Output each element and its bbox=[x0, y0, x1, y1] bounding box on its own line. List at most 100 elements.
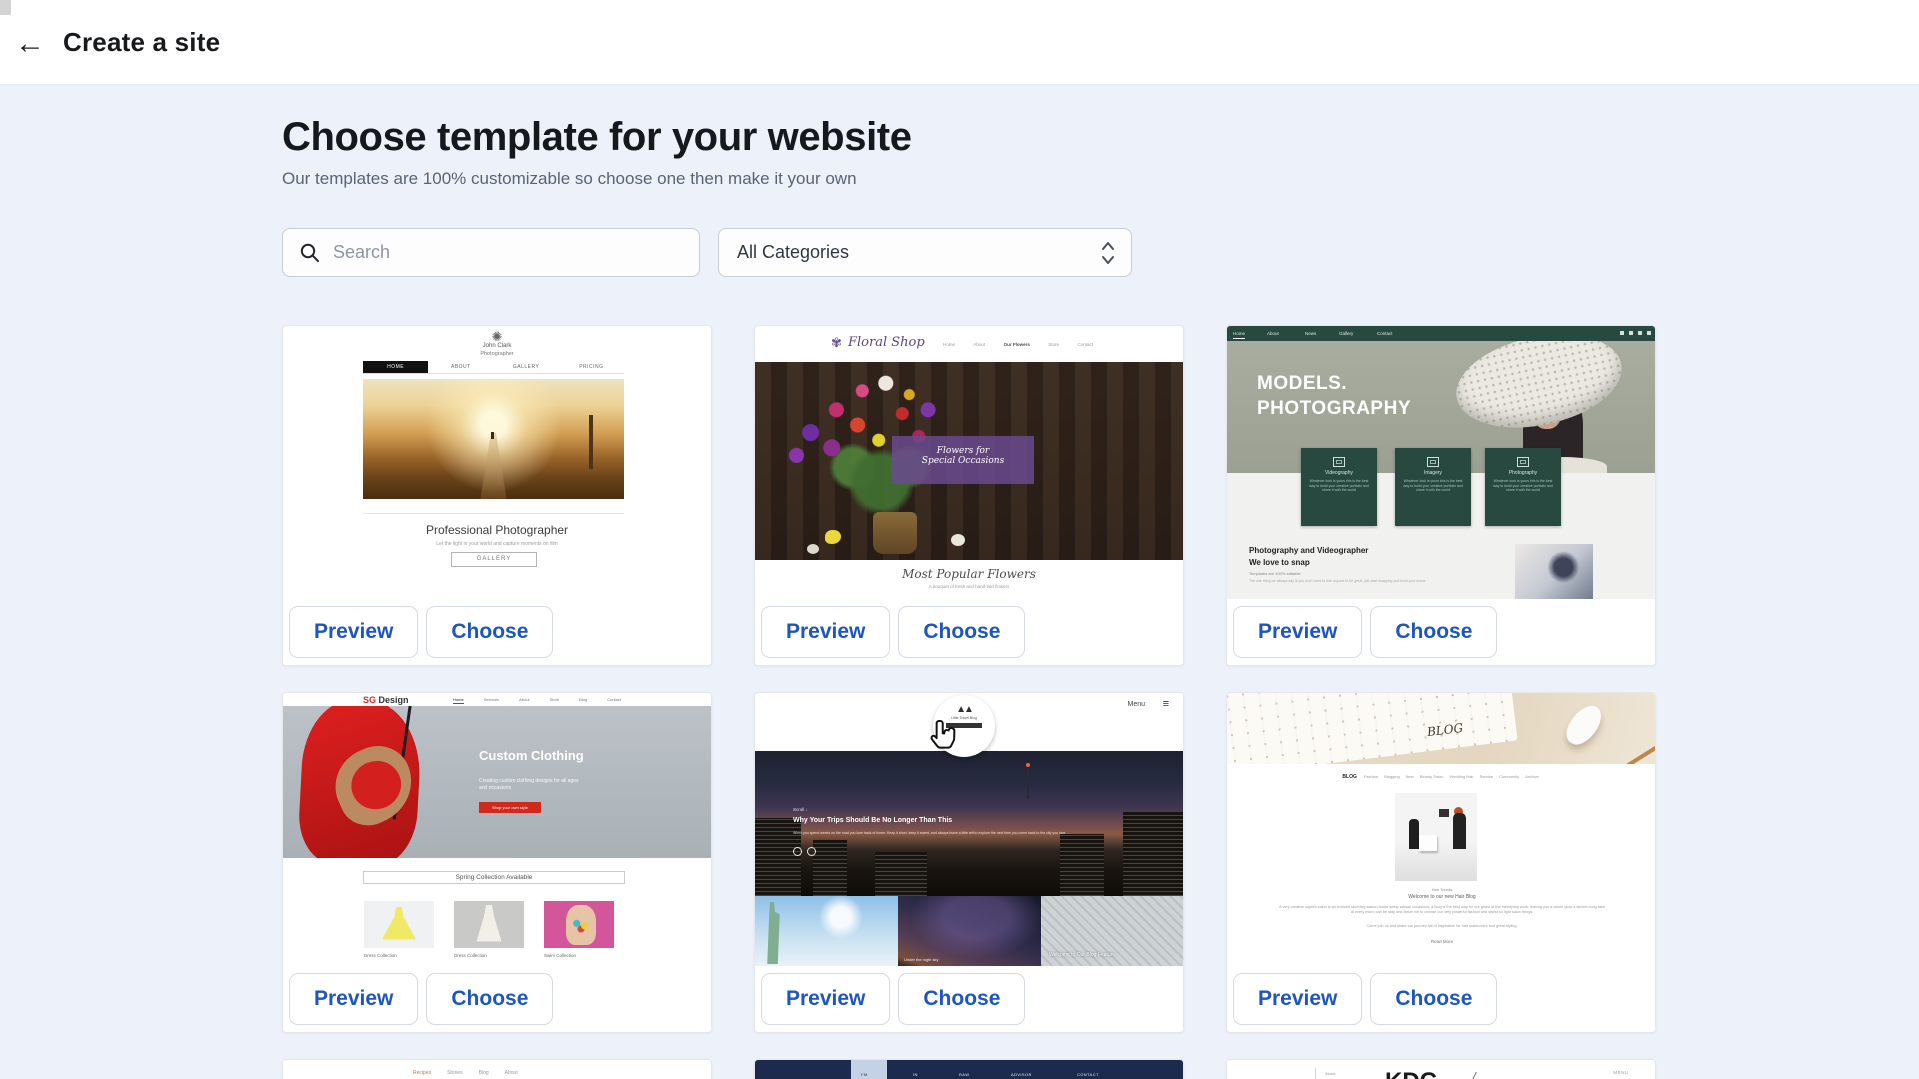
template-preview-partial-recipes[interactable]: Recipes Stories Blog About J•T bbox=[283, 1060, 711, 1079]
preview-button[interactable]: Preview bbox=[761, 606, 890, 658]
tpl-nav-item: Contact bbox=[1077, 342, 1093, 347]
mouse bbox=[1560, 700, 1608, 751]
tpl-tab: Stories bbox=[447, 1070, 463, 1079]
tpl-nav-item: PRICING bbox=[559, 361, 624, 373]
choose-button[interactable]: Choose bbox=[1370, 973, 1497, 1025]
tpl-nav-item: Store bbox=[1048, 342, 1059, 347]
tpl-nav-item: News bbox=[1305, 331, 1316, 336]
tpl-brand: KDC bbox=[1385, 1068, 1437, 1079]
tpl-subheading: We love to snap bbox=[1249, 558, 1310, 567]
hero-title: MODELS. PHOTOGRAPHY bbox=[1257, 371, 1411, 421]
white-dress bbox=[474, 905, 504, 943]
thumb-caption: Welcome to Our Blog Feature bbox=[1049, 952, 1115, 958]
yellow-dress bbox=[382, 907, 416, 943]
feature-text: Whatever look is yours this is the best … bbox=[1485, 479, 1561, 493]
social-icons bbox=[1620, 331, 1651, 335]
category-selected-value: All Categories bbox=[737, 242, 849, 263]
product-thumb bbox=[544, 901, 614, 948]
tpl-tabbar: Recipes Stories Blog About bbox=[413, 1070, 518, 1079]
thumbnail-strip: Under the night sky Welcome to Our Blog … bbox=[755, 896, 1183, 966]
template-preview-partial-navy[interactable]: FM IN RAW ADVISOR CONTACT bbox=[755, 1060, 1183, 1079]
vase bbox=[873, 512, 917, 554]
template-card-photographer: ✺ John Clark Photographer HOME ABOUT GAL… bbox=[282, 325, 712, 666]
building bbox=[813, 840, 847, 896]
tpl-nav-item: CONTACT bbox=[1077, 1072, 1099, 1077]
tpl-section-title: Most Popular Flowers bbox=[755, 567, 1183, 581]
salon-photo bbox=[1395, 793, 1477, 881]
feature-text: Whatever look is yours this is the best … bbox=[1301, 479, 1377, 493]
product-thumb bbox=[454, 901, 524, 948]
preview-button[interactable]: Preview bbox=[761, 973, 890, 1025]
tpl-nav-item: HOME bbox=[363, 361, 428, 373]
section-heading: Choose template for your website bbox=[282, 115, 912, 160]
mirror-monitor bbox=[1439, 809, 1449, 817]
scroll-hint: Scroll ↓ bbox=[793, 807, 808, 812]
thumb-caption: Under the night sky bbox=[904, 957, 938, 962]
tpl-nav-item: Services bbox=[484, 697, 499, 704]
tpl-brand: SG Design bbox=[363, 695, 409, 705]
building bbox=[1060, 834, 1104, 896]
template-card-travel-blog: Menu ≡ ▲▲ Little Travel Blog Scroll ↓ bbox=[754, 692, 1184, 1033]
page-title: Create a site bbox=[63, 27, 220, 58]
menu-label: Menu bbox=[1127, 701, 1145, 708]
product-thumb bbox=[364, 901, 434, 948]
image-icon bbox=[1427, 457, 1439, 467]
search-box[interactable] bbox=[282, 228, 700, 277]
template-preview-travel-blog[interactable]: Menu ≡ ▲▲ Little Travel Blog Scroll ↓ bbox=[755, 693, 1183, 966]
template-preview-photographer[interactable]: ✺ John Clark Photographer HOME ABOUT GAL… bbox=[283, 326, 711, 599]
swimwear-model bbox=[566, 905, 596, 945]
choose-button[interactable]: Choose bbox=[898, 606, 1025, 658]
search-input[interactable] bbox=[333, 230, 693, 275]
tpl-nav-item: Contact bbox=[1377, 331, 1393, 336]
tpl-nav-item: About bbox=[973, 342, 985, 347]
template-card-partial-recipes: Recipes Stories Blog About J•T Preview C… bbox=[282, 1059, 712, 1079]
choose-button[interactable]: Choose bbox=[426, 606, 553, 658]
feature-text: Whatever look is yours this is the best … bbox=[1395, 479, 1471, 493]
tpl-nav-item: RAW bbox=[959, 1072, 969, 1077]
template-card-models-photography: Home About News Gallery Contact MODELS. … bbox=[1226, 325, 1656, 666]
drooping-tulip bbox=[807, 544, 819, 554]
drooping-tulip bbox=[951, 534, 965, 546]
tpl-nav-item: Home bbox=[943, 342, 955, 347]
choose-button[interactable]: Choose bbox=[898, 973, 1025, 1025]
tpl-section-subtitle: A bouquet of fresh and hand-tied flowers bbox=[755, 584, 1183, 589]
tpl-nav-item: Store bbox=[550, 697, 560, 704]
template-preview-hair-blog[interactable]: BLOG BLOGFashionBloggingNewBeauty SalonW… bbox=[1227, 693, 1655, 966]
feature-title: Imagery bbox=[1395, 470, 1471, 476]
tpl-tab: About bbox=[505, 1070, 518, 1079]
back-button[interactable]: ← bbox=[8, 22, 52, 66]
template-preview-sg-design[interactable]: SG Design Home Services About Store Blog… bbox=[283, 693, 711, 966]
template-preview-models-photography[interactable]: Home About News Gallery Contact MODELS. … bbox=[1227, 326, 1655, 599]
card-footer: Preview Choose bbox=[755, 599, 1183, 665]
preview-button[interactable]: Preview bbox=[1233, 973, 1362, 1025]
category-select[interactable]: All Categories bbox=[718, 228, 1132, 277]
choose-button[interactable]: Choose bbox=[426, 973, 553, 1025]
hamburger-icon: ≡ bbox=[1163, 698, 1169, 710]
mountain-icon: ▲▲ bbox=[933, 704, 995, 715]
template-preview-partial-kdc[interactable]: About Home KDC / MENU bbox=[1227, 1060, 1655, 1079]
tpl-brand: BLOG bbox=[1342, 774, 1356, 780]
tpl-paragraph: The one thing we always say is you don't… bbox=[1249, 579, 1479, 584]
tpl-logo-subtitle: Photographer bbox=[283, 351, 711, 357]
template-preview-floral-shop[interactable]: ✾ Floral Shop Home About Our Flowers Sto… bbox=[755, 326, 1183, 599]
logo-bar bbox=[946, 723, 982, 728]
preview-button[interactable]: Preview bbox=[289, 606, 418, 658]
building bbox=[755, 818, 801, 896]
preview-button[interactable]: Preview bbox=[289, 973, 418, 1025]
flower-logo-icon: ✾ bbox=[831, 335, 842, 351]
tpl-nav-item: Home bbox=[1233, 331, 1245, 339]
card-footer: Preview Choose bbox=[283, 966, 711, 1032]
back-arrow-icon: ← bbox=[15, 27, 45, 60]
navy-header: FM IN RAW ADVISOR CONTACT bbox=[755, 1060, 1183, 1079]
choose-button[interactable]: Choose bbox=[1370, 606, 1497, 658]
brand-accent: SG bbox=[363, 695, 376, 705]
tpl-caption: Hair Trends bbox=[1227, 887, 1655, 892]
makeup-photo bbox=[1515, 544, 1593, 599]
statue bbox=[761, 902, 785, 964]
tpl-paragraph: A very creative superb salon is an evolv… bbox=[1277, 905, 1607, 915]
banner-line: Flowers for bbox=[892, 446, 1034, 456]
tpl-nav-item: Fashion bbox=[1364, 774, 1378, 779]
tpl-gallery-button: GALLERY bbox=[451, 552, 537, 567]
preview-button[interactable]: Preview bbox=[1233, 606, 1362, 658]
field-path bbox=[480, 433, 506, 499]
